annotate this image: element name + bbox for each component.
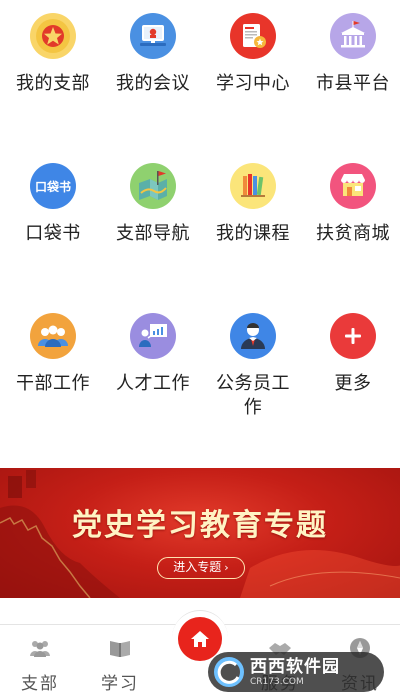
menu-item-label: 学习中心 <box>216 73 290 94</box>
tab-branch[interactable]: 支部 <box>0 625 80 700</box>
enter-topic-label: 进入专题 <box>173 560 222 574</box>
tab-label: 学习 <box>101 674 139 694</box>
menu-item-branch-navigation[interactable]: 支部导航 <box>103 160 203 300</box>
shop-stall-icon <box>330 163 376 209</box>
menu-item-study-center[interactable]: 学习中心 <box>203 10 303 150</box>
menu-item-label: 我的课程 <box>216 223 290 244</box>
banner-title: 党史学习教育专题 <box>72 508 328 543</box>
watermark-logo-icon <box>214 657 244 687</box>
home-icon <box>191 631 209 647</box>
enter-topic-button[interactable]: 进入专题 › <box>157 557 245 579</box>
menu-item-label: 更多 <box>334 373 372 394</box>
party-history-banner[interactable]: 党史学习教育专题 进入专题 › <box>0 468 400 598</box>
open-book-icon <box>110 641 130 657</box>
menu-row: 干部工作 人才工作 公务员工作 更多 <box>0 310 400 460</box>
menu-item-cadre-work[interactable]: 干部工作 <box>3 310 103 450</box>
menu-item-label: 干部工作 <box>16 373 90 394</box>
group-people-icon <box>30 313 76 359</box>
chevron-right-icon: › <box>224 561 229 574</box>
menu-item-label: 公务员工作 <box>216 373 290 418</box>
meeting-icon <box>130 13 176 59</box>
menu-item-city-county-platform[interactable]: 市县平台 <box>303 10 400 150</box>
menu-item-civil-servant-work[interactable]: 公务员工作 <box>203 310 303 450</box>
menu-item-label: 市县平台 <box>316 73 390 94</box>
tab-label: 支部 <box>21 674 59 694</box>
pocket-book-icon-text: 口袋书 <box>34 179 71 194</box>
menu-item-poverty-mall[interactable]: 扶贫商城 <box>303 160 400 300</box>
watermark-sub-text: CR173.COM <box>250 676 304 687</box>
pocket-book-icon: 口袋书 <box>30 163 76 209</box>
menu-item-pocket-book[interactable]: 口袋书 口袋书 <box>3 160 103 300</box>
watermark-badge: 西西软件园 CR173.COM <box>208 652 384 692</box>
study-document-icon <box>230 13 276 59</box>
menu-item-my-courses[interactable]: 我的课程 <box>203 160 303 300</box>
official-person-icon <box>230 313 276 359</box>
menu-item-my-branch[interactable]: 我的支部 <box>3 10 103 150</box>
menu-item-label: 口袋书 <box>25 223 81 244</box>
presentation-icon <box>130 313 176 359</box>
menu-row: 我的支部 我的会议 学习中心 市县平台 <box>0 10 400 160</box>
people-icon <box>30 641 50 657</box>
watermark-text: 西西软件园 CR173.COM <box>250 657 340 688</box>
menu-item-label: 支部导航 <box>116 223 190 244</box>
bookshelf-icon <box>230 163 276 209</box>
watermark-main-text: 西西软件园 <box>250 656 340 677</box>
menu-item-label: 人才工作 <box>116 373 190 394</box>
menu-row: 口袋书 口袋书 支部导航 我的课程 扶贫商城 <box>0 160 400 310</box>
menu-item-my-meeting[interactable]: 我的会议 <box>103 10 203 150</box>
menu-item-label: 我的会议 <box>116 73 190 94</box>
home-button[interactable] <box>178 617 222 661</box>
government-building-icon <box>330 13 376 59</box>
menu-item-label: 我的支部 <box>16 73 90 94</box>
menu-item-talent-work[interactable]: 人才工作 <box>103 310 203 450</box>
menu-item-more[interactable]: 更多 <box>303 310 400 450</box>
plus-icon <box>330 313 376 359</box>
menu-item-label: 扶贫商城 <box>316 223 390 244</box>
party-emblem-icon <box>30 13 76 59</box>
map-flag-icon <box>130 163 176 209</box>
tab-study[interactable]: 学习 <box>80 625 160 700</box>
